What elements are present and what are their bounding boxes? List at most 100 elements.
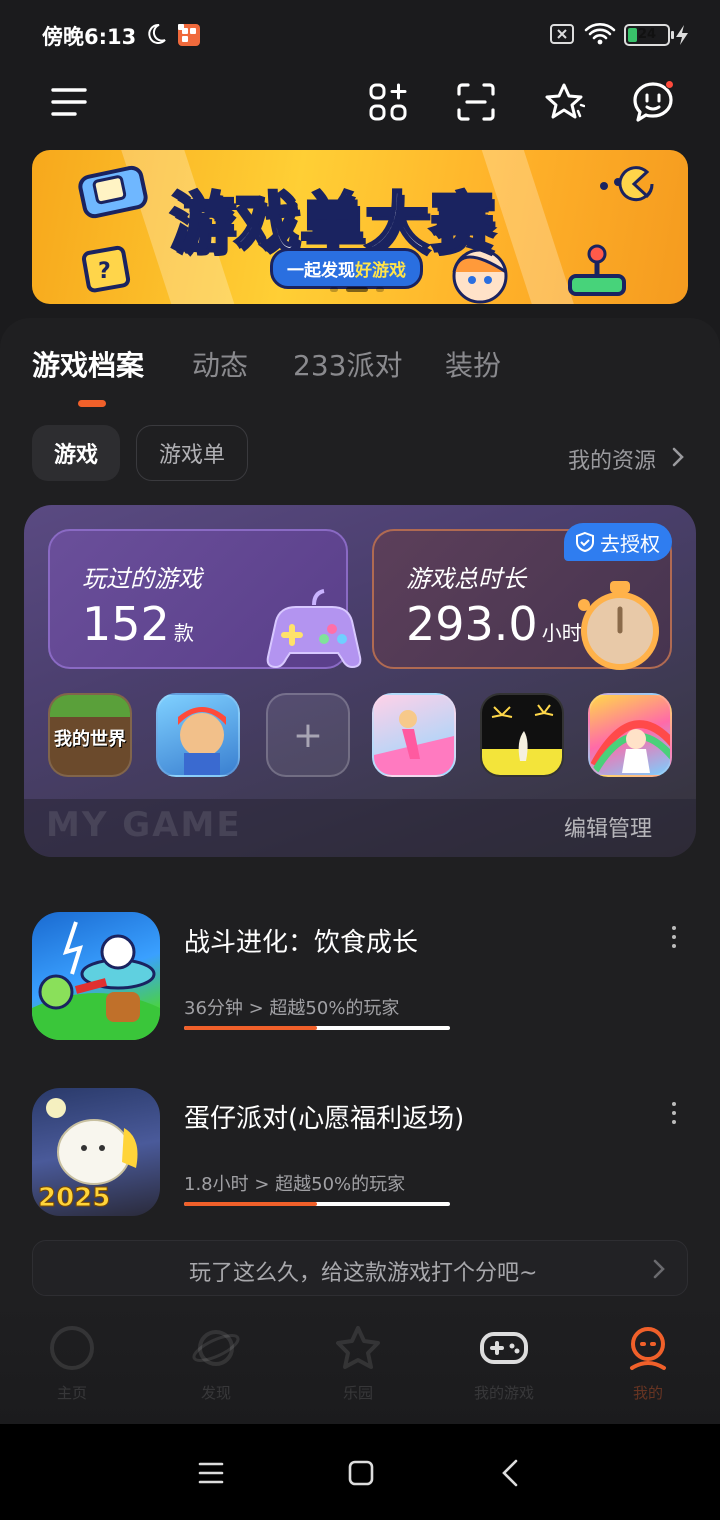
- game-thumb-subway-surfers[interactable]: [156, 693, 240, 777]
- nav-label: 我的: [632, 1384, 663, 1402]
- nav-label: 乐园: [342, 1384, 373, 1402]
- played-games-value: 152 款: [82, 597, 194, 651]
- playtime-progress: [184, 1202, 450, 1206]
- svg-text:?: ?: [98, 259, 111, 284]
- banner-page-dot-active: [346, 287, 368, 292]
- bottom-nav: 主页 发现 乐园 我的游戏 我的: [0, 1304, 720, 1424]
- playtime-progress-fill: [184, 1026, 317, 1030]
- game-thumb-minecraft[interactable]: 我的世界: [48, 693, 132, 777]
- chip-game-lists[interactable]: 游戏单: [136, 425, 248, 481]
- pacman-icon: [600, 166, 654, 202]
- game-title: 蛋仔派对(心愿福利返场): [184, 1104, 465, 1134]
- my-resources-link[interactable]: 我的资源: [568, 443, 656, 475]
- back-icon[interactable]: [496, 1458, 526, 1488]
- fireworks-scene: [482, 704, 562, 775]
- game-thumb-fireworks[interactable]: [480, 693, 564, 777]
- nav-item-discover[interactable]: 发现: [166, 1322, 266, 1403]
- nav-item-paradise[interactable]: 乐园: [308, 1322, 408, 1403]
- edit-manage-button[interactable]: 编辑管理: [564, 811, 652, 843]
- tab-indicator: [78, 400, 106, 407]
- playtime-progress-fill: [184, 1202, 317, 1206]
- banner-page-dot: [330, 287, 338, 292]
- tab-game-profile[interactable]: 游戏档案: [32, 344, 144, 384]
- rating-prompt-text: 玩了这么久，给这款游戏打个分吧~: [189, 1261, 538, 1286]
- total-time-value: 293.0 小时: [406, 597, 582, 651]
- list-item[interactable]: 战斗进化：饮食成长 36分钟 > 超越50%的玩家: [32, 912, 688, 1042]
- battle-evolution-art: [32, 921, 160, 1040]
- home-button-icon[interactable]: [346, 1458, 376, 1488]
- shield-check-icon: [576, 531, 594, 553]
- game-thumb-runner[interactable]: [372, 693, 456, 777]
- app-grid-add-icon[interactable]: [364, 78, 412, 126]
- minecraft-title: 我的世界: [54, 729, 126, 750]
- app-bar: [0, 68, 720, 150]
- nav-item-profile[interactable]: 我的: [598, 1322, 698, 1403]
- tab-activity[interactable]: 动态: [192, 344, 248, 384]
- more-options-icon[interactable]: [668, 926, 680, 952]
- banner-subtitle-highlight: 好游戏: [355, 261, 406, 281]
- nav-label: 发现: [200, 1384, 231, 1402]
- chevron-right-icon: [653, 1259, 665, 1279]
- handheld-console-icon: [78, 165, 148, 219]
- battery-text: 24: [637, 27, 657, 42]
- list-item[interactable]: 2025 蛋仔派对(心愿福利返场) 1.8小时 > 超越50%的玩家: [32, 1088, 688, 1218]
- banner-subtitle-prefix: 一起发现: [287, 261, 355, 281]
- add-game-button[interactable]: +: [266, 693, 350, 777]
- promo-banner[interactable]: ? 游戏单大赛 一起发现好游戏: [32, 150, 688, 304]
- tab-dress-up[interactable]: 装扮: [445, 344, 501, 384]
- joystick-icon: [568, 244, 626, 296]
- gamepad-icon: [266, 589, 362, 669]
- played-games-stat[interactable]: 玩过的游戏 152 款: [48, 529, 362, 669]
- moon-icon: [148, 23, 166, 44]
- authorize-badge-label: 去授权: [600, 531, 660, 556]
- rainbow-character: [590, 720, 670, 775]
- game-icon-battle-evolution[interactable]: [32, 912, 160, 1040]
- banner-subtitle: 一起发现好游戏: [270, 248, 423, 289]
- game-thumb-rainbow[interactable]: [588, 693, 672, 777]
- game-playtime: 1.8小时 > 超越50%的玩家: [184, 1174, 406, 1195]
- status-bar: 傍晚6:13 24: [0, 0, 720, 68]
- chip-games[interactable]: 游戏: [32, 425, 120, 481]
- rating-prompt[interactable]: 玩了这么久，给这款游戏打个分吧~: [32, 1240, 688, 1296]
- nav-item-my-games[interactable]: 我的游戏: [454, 1322, 554, 1403]
- stopwatch-icon: [578, 581, 659, 670]
- planet-icon: [192, 1330, 240, 1366]
- eggy-party-art: 2025: [38, 1098, 138, 1214]
- home-icon: [50, 1326, 94, 1370]
- chevron-right-icon: [672, 447, 684, 467]
- mystery-box-icon: ?: [81, 245, 131, 293]
- played-games-count: 152: [82, 597, 170, 651]
- banner-page-dot: [376, 287, 384, 292]
- nav-item-home[interactable]: 主页: [22, 1322, 122, 1403]
- battery-indicator: 24: [624, 24, 674, 46]
- game-icon-eggy-party[interactable]: 2025: [32, 1088, 160, 1216]
- nav-label: 我的游戏: [473, 1384, 534, 1402]
- app-notification-icon: [178, 24, 200, 46]
- no-sim-icon: [550, 24, 574, 44]
- wifi-icon: [584, 23, 616, 45]
- my-game-card: 玩过的游戏 152 款 游戏总时长 293.0 小时 去授权 我的世界 + MY G…: [24, 505, 696, 857]
- authorize-badge[interactable]: 去授权: [564, 523, 672, 561]
- status-time: 傍晚6:13: [42, 25, 137, 49]
- game-playtime: 36分钟 > 超越50%的玩家: [184, 998, 400, 1019]
- played-games-label: 玩过的游戏: [82, 565, 202, 593]
- charging-icon: [676, 25, 688, 45]
- menu-icon[interactable]: [45, 78, 93, 126]
- system-nav-bar: [0, 1424, 720, 1520]
- profile-icon: [630, 1327, 666, 1370]
- scan-icon[interactable]: [452, 78, 500, 126]
- played-games-unit: 款: [173, 621, 194, 645]
- nav-label: 主页: [56, 1384, 87, 1402]
- subway-surfer-character: [178, 707, 226, 775]
- game-title: 战斗进化：饮食成长: [184, 928, 419, 958]
- total-time-label: 游戏总时长: [406, 565, 526, 593]
- message-icon[interactable]: [629, 78, 677, 126]
- runner-character: [374, 710, 454, 775]
- star-icon: [336, 1326, 380, 1369]
- tab-233-party[interactable]: 233派对: [293, 344, 402, 384]
- more-options-icon[interactable]: [668, 1102, 680, 1128]
- recent-apps-icon[interactable]: [196, 1458, 226, 1488]
- star-sparkle-icon[interactable]: [540, 78, 588, 126]
- total-time-hours: 293.0: [406, 597, 538, 651]
- eggy-year-badge: 2025: [38, 1183, 110, 1213]
